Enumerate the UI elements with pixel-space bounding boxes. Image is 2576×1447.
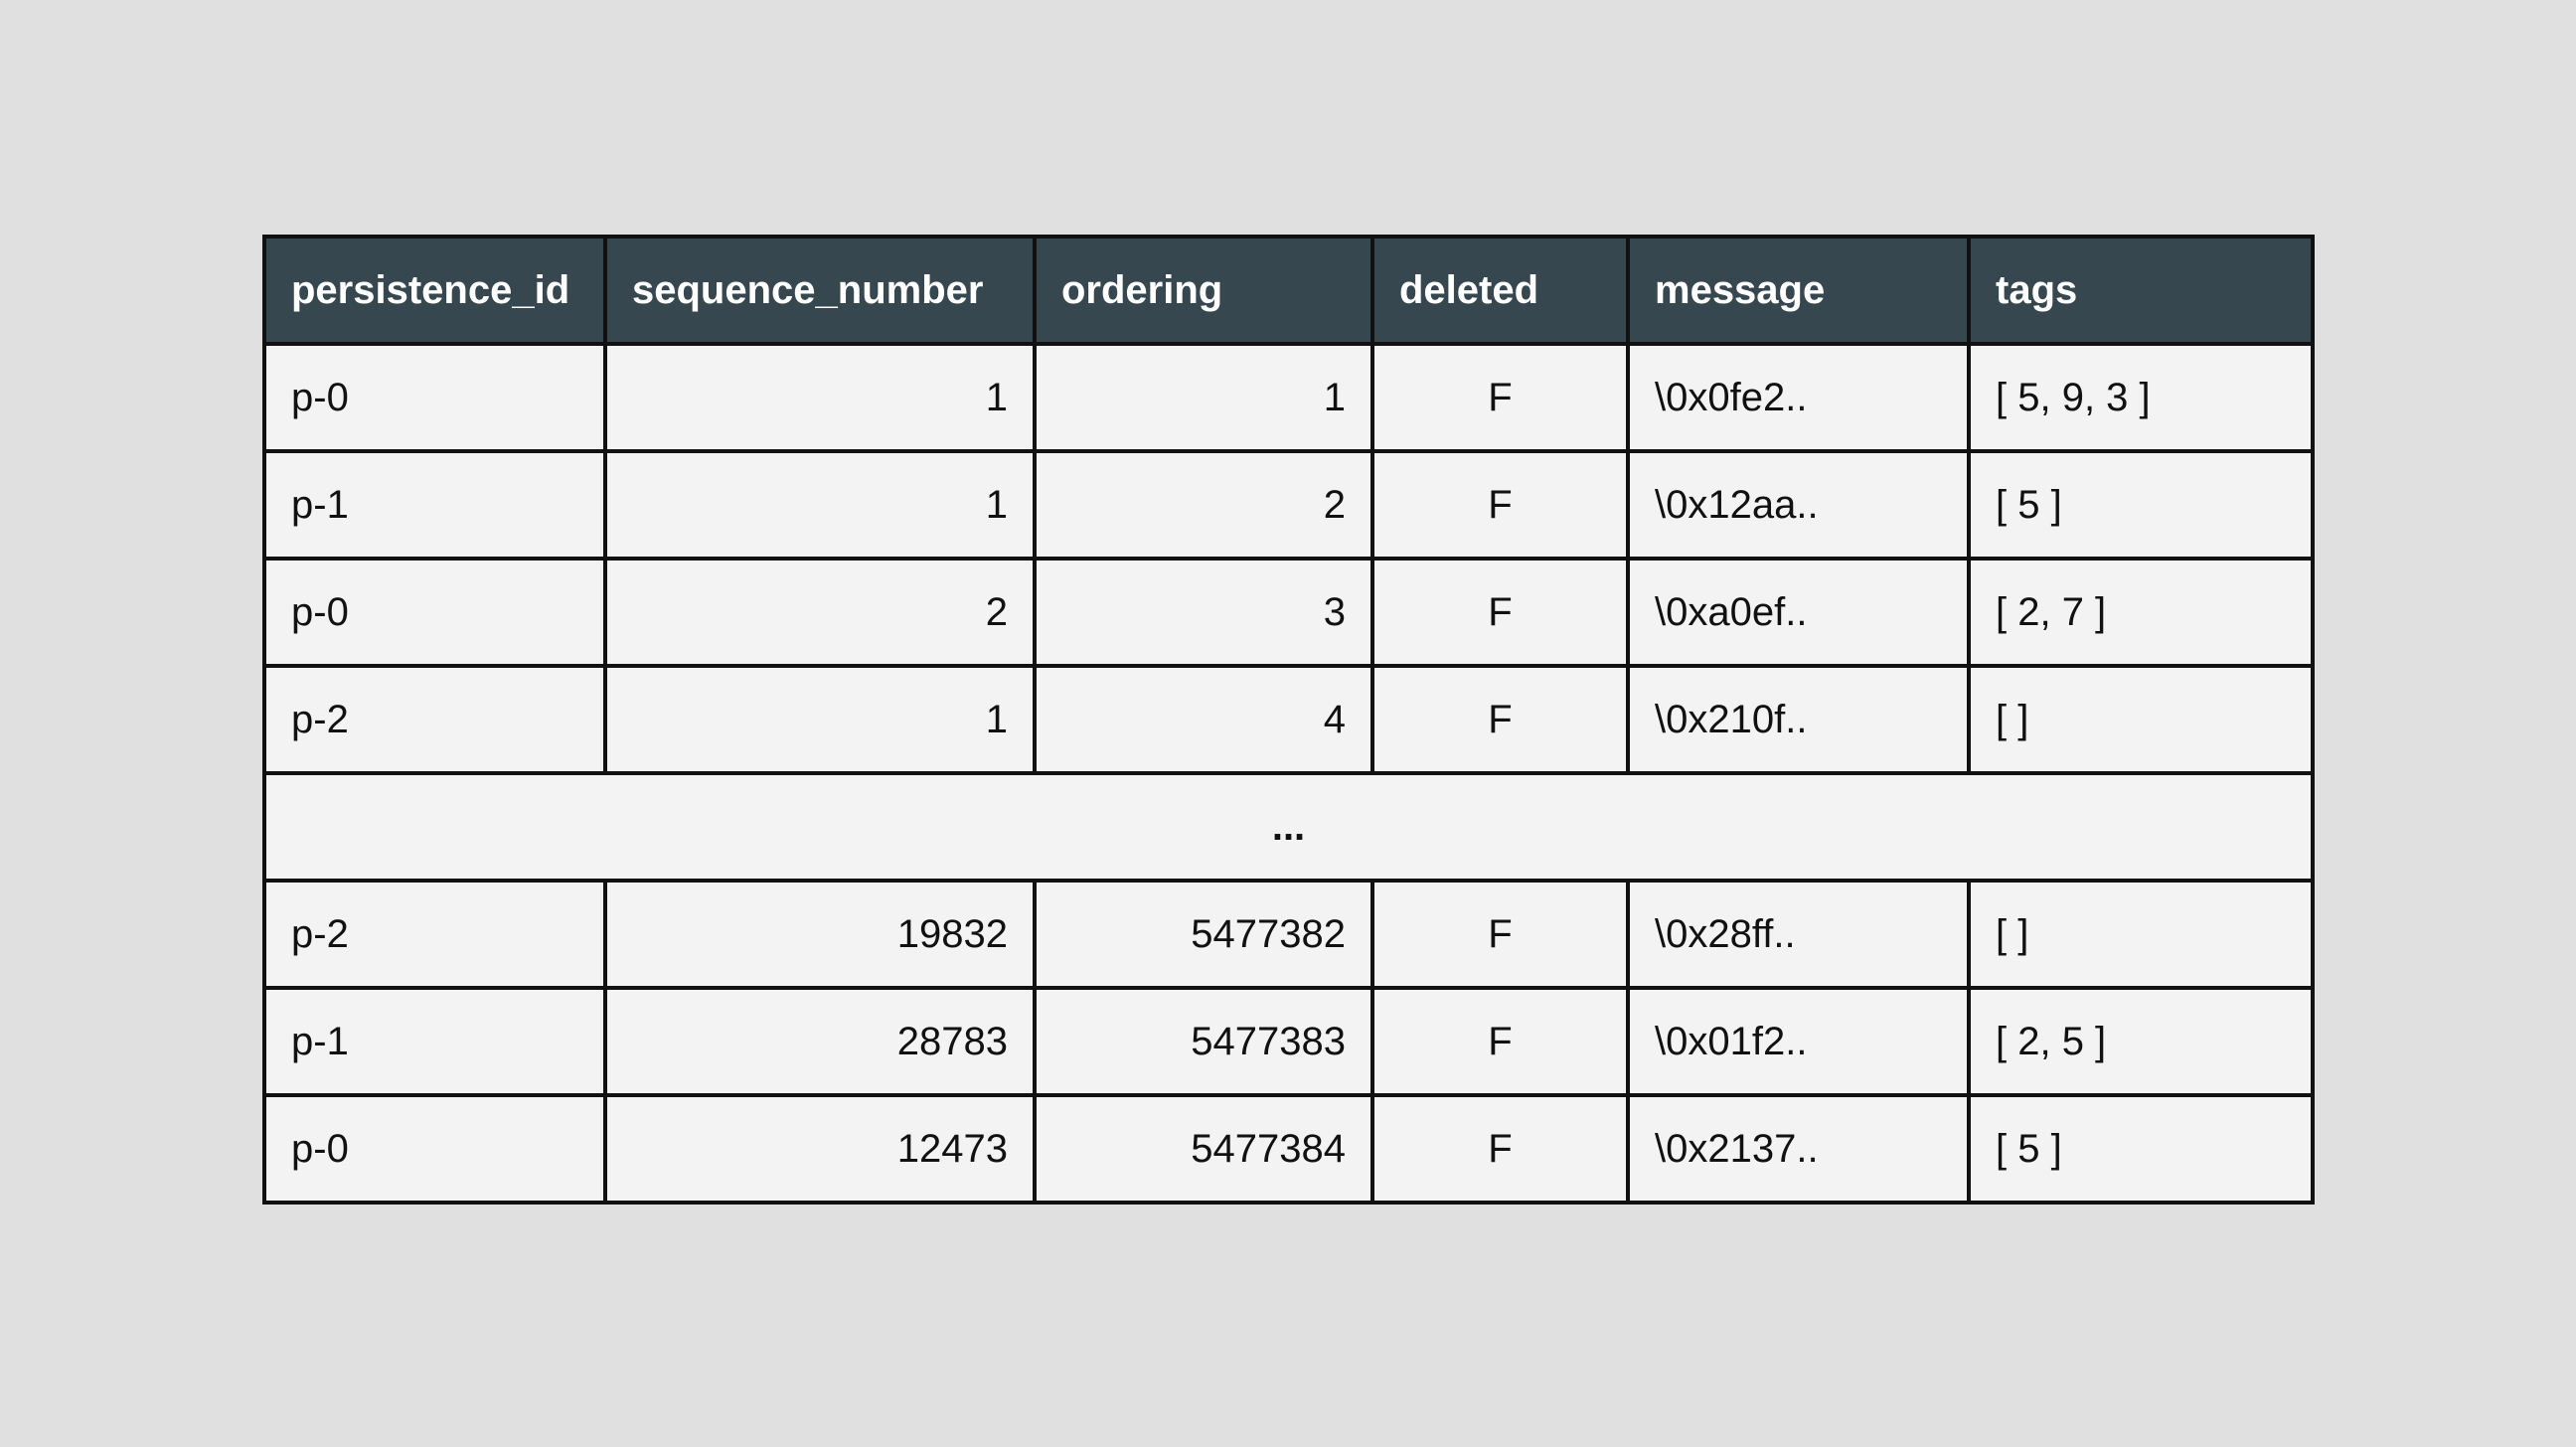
table-row: p-2 1 4 F \0x210f.. [ ] [262, 664, 2315, 775]
cell-deleted: F [1370, 986, 1630, 1097]
table-row: p-1 28783 5477383 F \0x01f2.. [ 2, 5 ] [262, 986, 2315, 1097]
cell-sequence-number: 1 [603, 664, 1037, 775]
cell-deleted: F [1370, 879, 1630, 990]
cell-deleted: F [1370, 1093, 1630, 1205]
cell-message: \0x28ff.. [1626, 879, 1971, 990]
cell-ordering: 1 [1033, 342, 1374, 453]
table-row: p-2 19832 5477382 F \0x28ff.. [ ] [262, 879, 2315, 990]
cell-sequence-number: 28783 [603, 986, 1037, 1097]
cell-persistence-id: p-0 [262, 342, 607, 453]
ellipsis-cell: ... [262, 771, 2315, 883]
cell-deleted: F [1370, 557, 1630, 668]
table-row: p-0 1 1 F \0x0fe2.. [ 5, 9, 3 ] [262, 342, 2315, 453]
cell-message: \0x0fe2.. [1626, 342, 1971, 453]
table-row: p-0 2 3 F \0xa0ef.. [ 2, 7 ] [262, 557, 2315, 668]
header-tags: tags [1967, 235, 2315, 346]
header-row: persistence_id sequence_number ordering … [262, 235, 2315, 346]
journal-table-container: persistence_id sequence_number ordering … [262, 235, 2315, 1205]
cell-tags: [ ] [1967, 879, 2315, 990]
cell-sequence-number: 19832 [603, 879, 1037, 990]
cell-ordering: 5477382 [1033, 879, 1374, 990]
cell-deleted: F [1370, 342, 1630, 453]
header-message: message [1626, 235, 1971, 346]
cell-ordering: 2 [1033, 449, 1374, 561]
cell-sequence-number: 2 [603, 557, 1037, 668]
cell-sequence-number: 1 [603, 342, 1037, 453]
cell-sequence-number: 12473 [603, 1093, 1037, 1205]
table-body: p-0 1 1 F \0x0fe2.. [ 5, 9, 3 ] p-1 1 2 … [262, 342, 2315, 1205]
cell-persistence-id: p-0 [262, 557, 607, 668]
table-row: p-1 1 2 F \0x12aa.. [ 5 ] [262, 449, 2315, 561]
cell-persistence-id: p-1 [262, 986, 607, 1097]
cell-tags: [ 2, 5 ] [1967, 986, 2315, 1097]
cell-persistence-id: p-2 [262, 664, 607, 775]
cell-tags: [ 5 ] [1967, 449, 2315, 561]
cell-message: \0x01f2.. [1626, 986, 1971, 1097]
cell-ordering: 5477384 [1033, 1093, 1374, 1205]
cell-tags: [ ] [1967, 664, 2315, 775]
cell-ordering: 5477383 [1033, 986, 1374, 1097]
table-header: persistence_id sequence_number ordering … [262, 235, 2315, 346]
cell-persistence-id: p-2 [262, 879, 607, 990]
cell-ordering: 4 [1033, 664, 1374, 775]
table-row: p-0 12473 5477384 F \0x2137.. [ 5 ] [262, 1093, 2315, 1205]
cell-message: \0xa0ef.. [1626, 557, 1971, 668]
cell-persistence-id: p-0 [262, 1093, 607, 1205]
header-persistence-id: persistence_id [262, 235, 607, 346]
cell-ordering: 3 [1033, 557, 1374, 668]
cell-message: \0x12aa.. [1626, 449, 1971, 561]
cell-tags: [ 5 ] [1967, 1093, 2315, 1205]
cell-sequence-number: 1 [603, 449, 1037, 561]
cell-deleted: F [1370, 449, 1630, 561]
cell-message: \0x2137.. [1626, 1093, 1971, 1205]
header-deleted: deleted [1370, 235, 1630, 346]
header-ordering: ordering [1033, 235, 1374, 346]
header-sequence-number: sequence_number [603, 235, 1037, 346]
cell-tags: [ 2, 7 ] [1967, 557, 2315, 668]
cell-persistence-id: p-1 [262, 449, 607, 561]
journal-table: persistence_id sequence_number ordering … [262, 235, 2315, 1205]
cell-message: \0x210f.. [1626, 664, 1971, 775]
ellipsis-row: ... [262, 771, 2315, 883]
cell-tags: [ 5, 9, 3 ] [1967, 342, 2315, 453]
cell-deleted: F [1370, 664, 1630, 775]
